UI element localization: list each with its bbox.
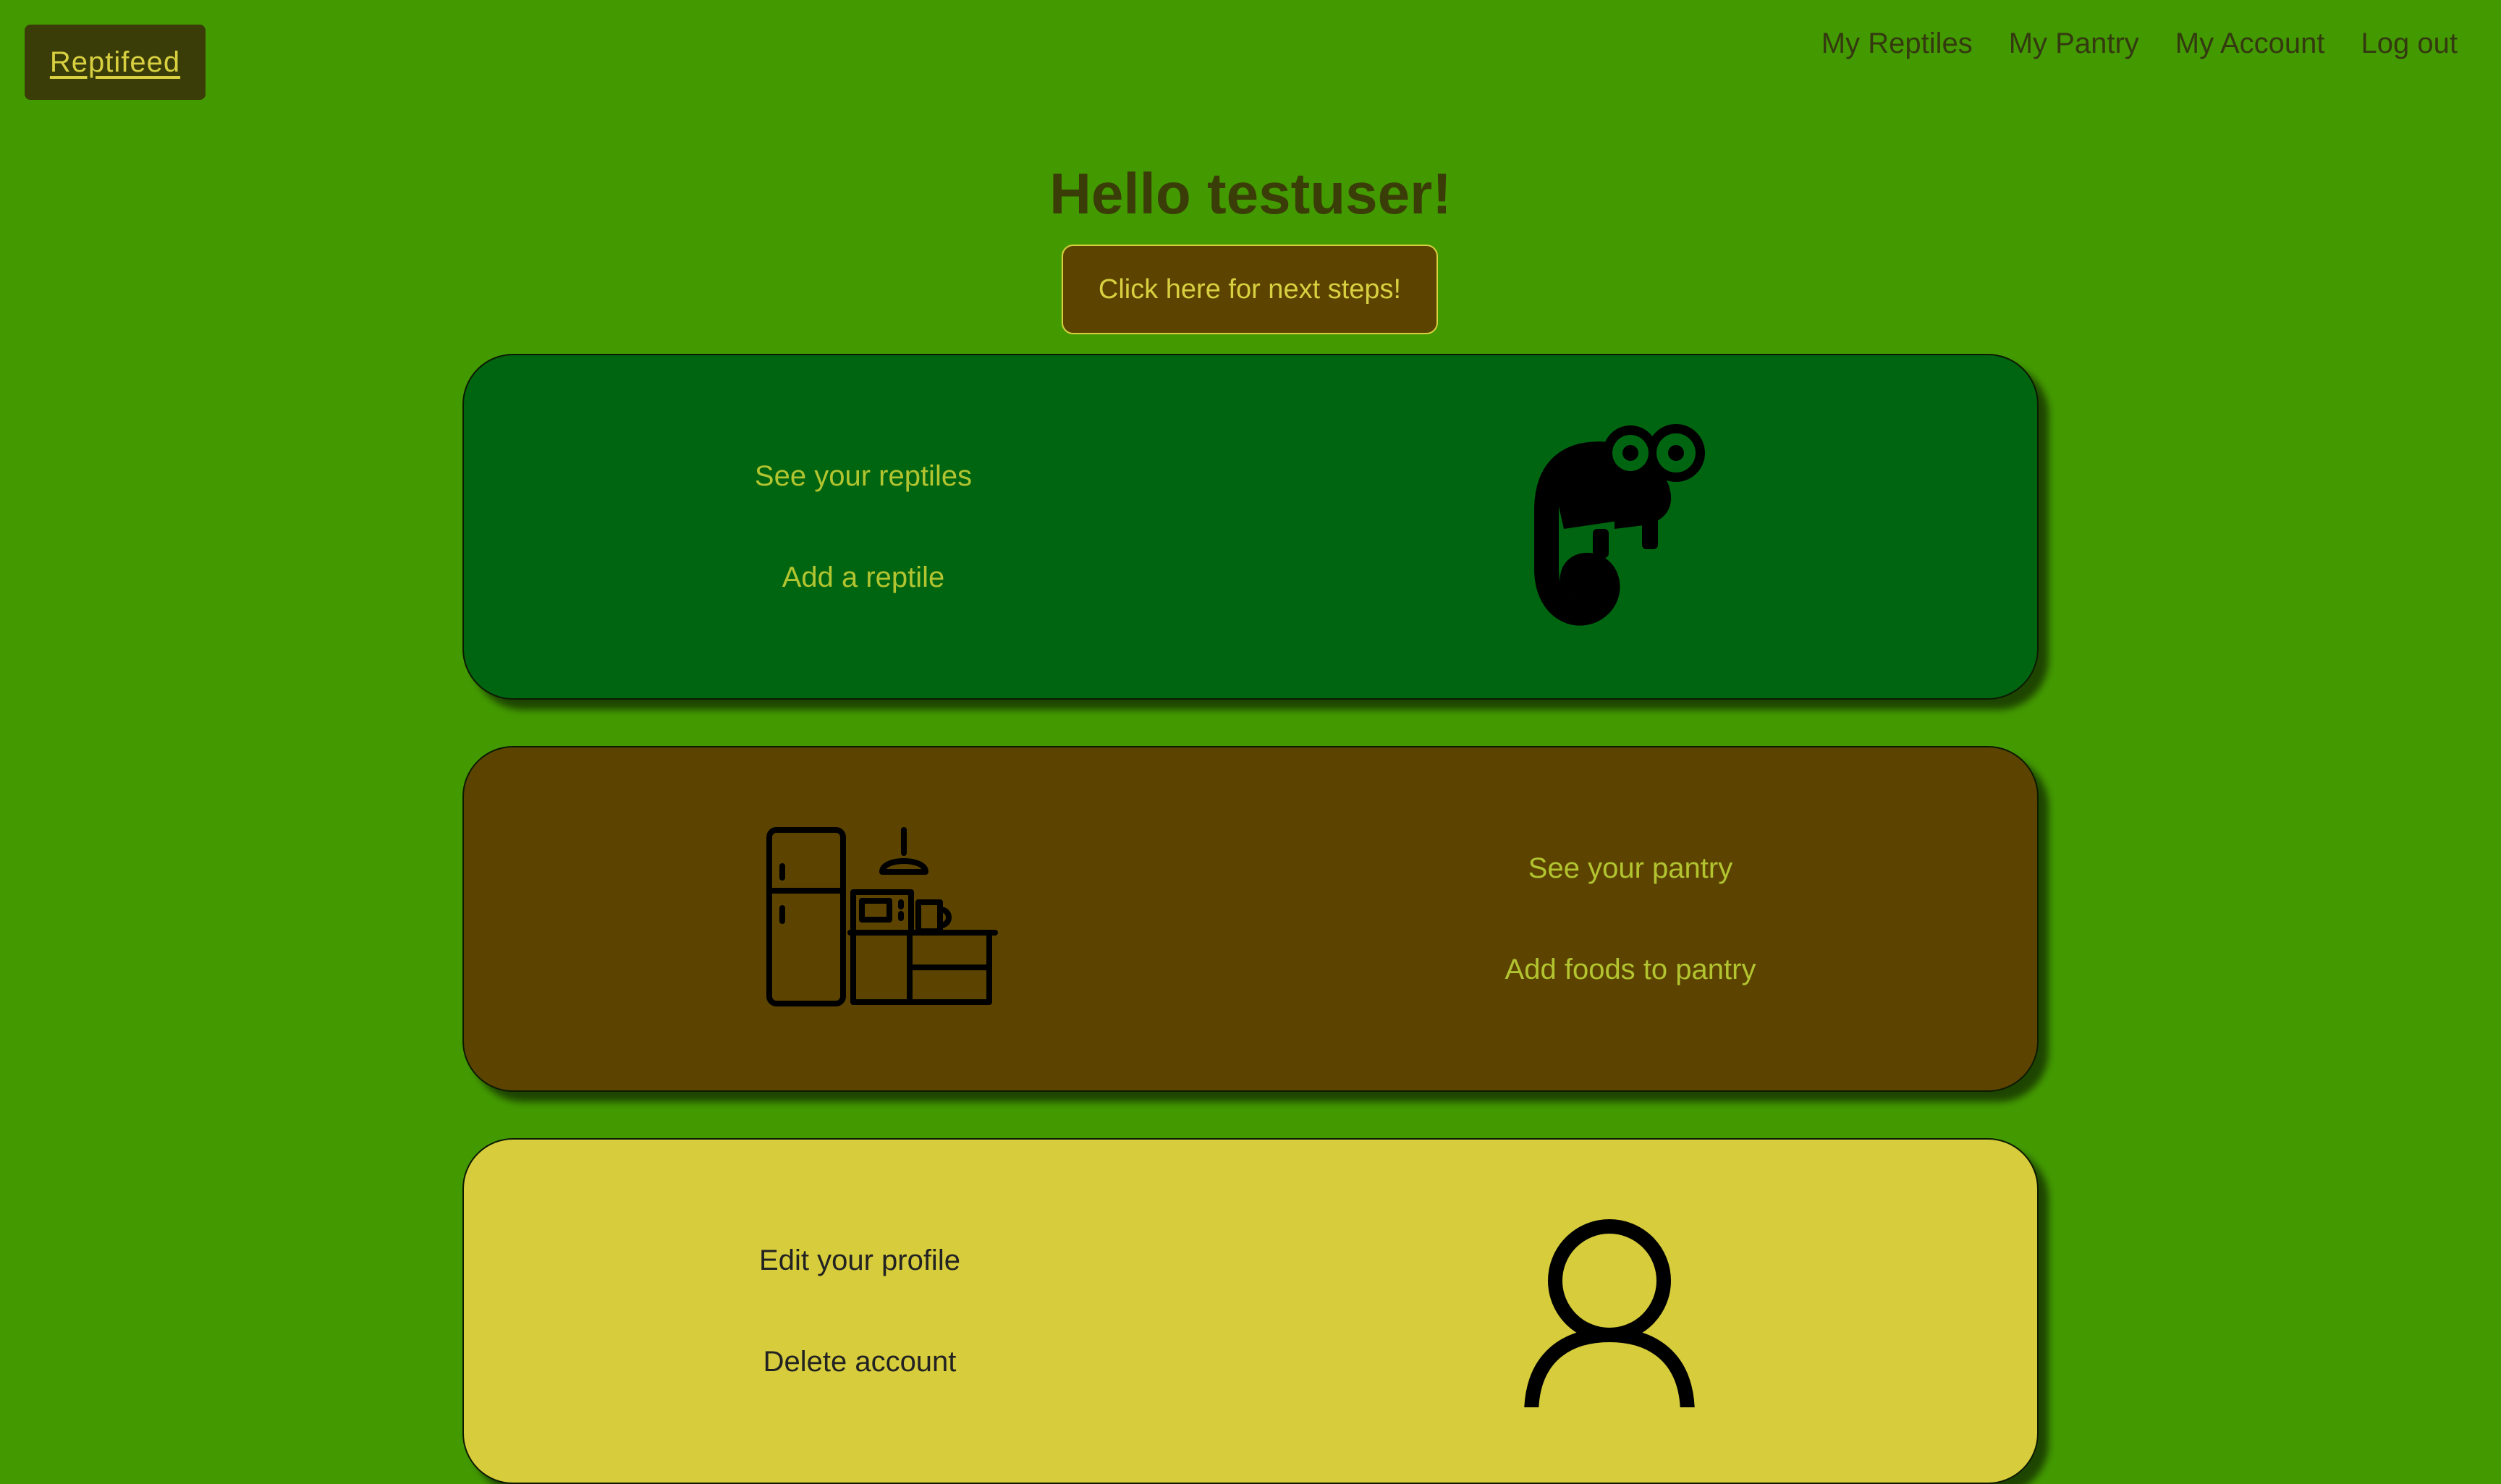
chameleon-icon (1534, 424, 1705, 626)
delete-account-link[interactable]: Delete account (763, 1346, 957, 1378)
kitchen-icon (766, 827, 998, 1006)
top-nav: My Reptiles My Pantry My Account Log out (1821, 22, 2458, 65)
nav-my-account[interactable]: My Account (2175, 27, 2325, 60)
brand-logo-link[interactable]: Reptifeed (25, 25, 206, 100)
nav-log-out[interactable]: Log out (2361, 27, 2458, 60)
edit-profile-link[interactable]: Edit your profile (759, 1245, 960, 1277)
user-icon (1524, 1219, 1695, 1407)
reptiles-card: See your reptiles Add a reptile (462, 354, 2039, 700)
see-pantry-link[interactable]: See your pantry (1528, 852, 1732, 885)
page-title: Hello testuser! (1049, 161, 1452, 226)
nav-my-pantry[interactable]: My Pantry (2009, 27, 2139, 60)
see-reptiles-link[interactable]: See your reptiles (755, 460, 972, 493)
next-steps-button[interactable]: Click here for next steps! (1062, 245, 1438, 334)
nav-my-reptiles[interactable]: My Reptiles (1821, 27, 1973, 60)
add-foods-link[interactable]: Add foods to pantry (1505, 954, 1756, 986)
pantry-card: See your pantry Add foods to pantry (462, 746, 2039, 1092)
account-card: Edit your profile Delete account (462, 1138, 2039, 1484)
add-reptile-link[interactable]: Add a reptile (782, 561, 945, 594)
